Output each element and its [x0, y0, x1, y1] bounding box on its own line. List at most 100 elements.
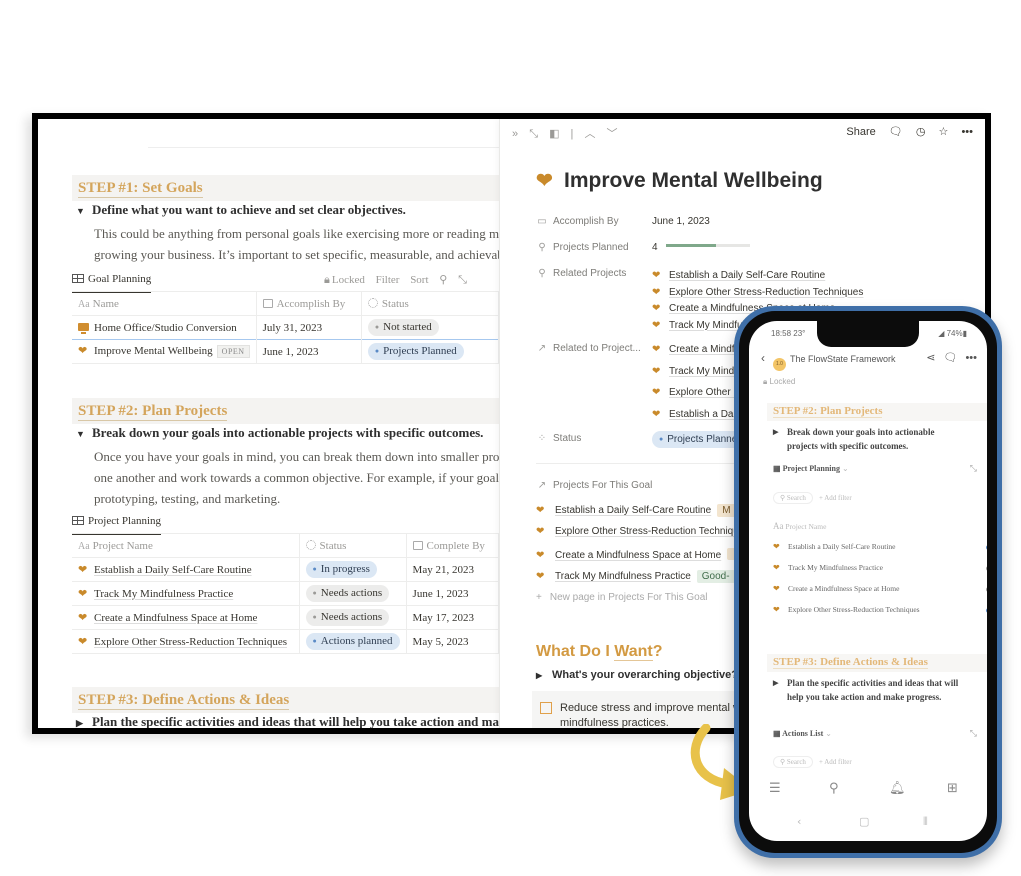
history-icon[interactable]: ◷ — [916, 126, 926, 138]
tag: M — [717, 504, 736, 517]
side-peek-icon[interactable]: ◧ — [549, 128, 559, 140]
expand-icon[interactable]: ⤡ — [458, 274, 467, 286]
relation-item[interactable]: ❤Explore Other Stress-Reduction Techniqu… — [652, 285, 863, 302]
search-button[interactable]: ⚲ Search — [773, 492, 813, 504]
add-filter-button[interactable]: + Add filter — [819, 758, 852, 766]
divider — [148, 147, 499, 148]
step1-toggle[interactable]: ▼ Define what you want to achieve and set… — [76, 202, 406, 218]
recents-icon[interactable]: ⦀ — [923, 815, 928, 829]
goal-planning-table: Aa Name Accomplish By Status Home Office/… — [72, 291, 499, 364]
status-icon — [367, 297, 378, 308]
list-item[interactable]: ❤ Establish a Daily Self-Care Routine — [773, 542, 987, 552]
page-breadcrumb[interactable]: The FlowState Framework — [790, 354, 896, 364]
column-header[interactable]: Aa Project Name — [72, 533, 300, 558]
comment-icon[interactable]: 🗨︎ — [943, 352, 957, 364]
column-header[interactable]: Aa Name — [72, 291, 257, 316]
step2-toggle[interactable]: ▶ Break down your goals into actionable p… — [773, 425, 963, 453]
list-item[interactable]: ❤ Track My Mindfulness Practice — [773, 563, 987, 573]
back-icon[interactable]: ‹ — [761, 351, 765, 365]
comment-icon[interactable]: 🗨︎ — [889, 126, 903, 138]
add-page-icon[interactable]: ⊞ — [947, 781, 958, 796]
expand-icon[interactable]: ⤡ — [970, 728, 977, 739]
table-row[interactable]: ❤ Track My Mindfulness Practice Needs act… — [72, 581, 499, 606]
step3-heading: STEP #3: Define Actions & Ideas — [78, 692, 290, 710]
expand-icon[interactable]: ⤡ — [970, 463, 977, 474]
search-icon: ⚲ — [538, 242, 546, 253]
toggle-text: Plan the specific activities and ideas t… — [92, 714, 499, 728]
row-name[interactable]: Create a Mindfulness Space at Home — [94, 612, 257, 624]
linked-project-item[interactable]: ❤ Track My Mindfulness Practice Good- — [536, 570, 735, 583]
list-item[interactable]: ❤ Explore Other Stress-Reduction Techniqu… — [773, 605, 987, 615]
prop-accomplish-by: ▭ Accomplish By — [537, 216, 619, 227]
more-icon[interactable]: ••• — [961, 126, 973, 138]
relation-item[interactable]: ❤Establish a Daily Self-Care Routine — [652, 268, 863, 285]
prop-accomplish-by-value[interactable]: June 1, 2023 — [652, 216, 710, 227]
home-icon[interactable]: ▢ — [859, 815, 869, 828]
step3-toggle[interactable]: ▶ Plan the specific activities and ideas … — [773, 676, 963, 704]
row-name[interactable]: Home Office/Studio Conversion — [94, 322, 237, 334]
column-header: Aa Project Name — [773, 521, 827, 531]
star-icon[interactable]: ☆ — [939, 126, 949, 138]
search-icon[interactable]: ⚲ — [829, 781, 839, 796]
linked-project-item[interactable]: ❤ Explore Other Stress-Reduction Techniqu… — [536, 526, 749, 537]
status-badge: In progress — [305, 561, 377, 578]
battery-icon: ▮ — [962, 329, 967, 338]
camera-notch — [817, 321, 919, 347]
linked-project-item[interactable]: ❤ Establish a Daily Self-Care Routine M — [536, 504, 736, 517]
column-header[interactable]: Accomplish By — [256, 291, 362, 316]
expand-icon[interactable]: ⤡ — [529, 128, 538, 140]
column-header[interactable]: Status — [361, 291, 499, 316]
phone-screen: 18:58 23° ◢ 74%▮ ‹ 1.0 The FlowState Frame… — [749, 321, 987, 841]
signal-icon: ◢ — [938, 329, 945, 338]
tab-actions-list[interactable]: ▦ Actions List ⌄ — [773, 729, 832, 738]
share-icon[interactable]: ⋖ — [926, 352, 935, 364]
more-icon[interactable]: ••• — [965, 352, 977, 364]
list-icon[interactable]: ☰ — [769, 781, 781, 796]
column-header[interactable]: Complete By — [406, 533, 499, 558]
row-date: June 1, 2023 — [406, 581, 499, 606]
chevron-down-icon[interactable]: ﹀ — [607, 128, 618, 140]
bell-icon[interactable]: 🔔︎ — [889, 781, 906, 796]
step3-toggle[interactable]: ▶ Plan the specific activities and ideas … — [76, 714, 499, 728]
new-page-button[interactable]: + New page in Projects For This Goal — [536, 592, 708, 603]
list-item[interactable]: ❤ Create a Mindfulness Space at Home — [773, 584, 987, 594]
open-button[interactable]: OPEN — [216, 345, 250, 358]
sort-button[interactable]: Sort — [410, 274, 428, 286]
table-row[interactable]: ❤ Explore Other Stress-Reduction Techniqu… — [72, 629, 499, 654]
arrow-up-right-icon: ↗ — [537, 343, 547, 354]
status-badge: Actions planned — [305, 633, 400, 650]
prop-status: ⁘ Status — [537, 433, 582, 444]
objective-toggle[interactable]: ▶ What's your overarching objective? — [536, 669, 738, 681]
heart-icon: ❤ — [78, 563, 88, 576]
status-icon — [305, 539, 316, 550]
search-icon[interactable]: ⚲ — [439, 274, 447, 286]
row-name[interactable]: Explore Other Stress-Reduction Technique… — [94, 636, 287, 648]
filter-button[interactable]: Filter — [376, 274, 400, 286]
column-header[interactable]: Status — [299, 533, 407, 558]
tab-goal-planning[interactable]: Goal Planning — [72, 273, 152, 293]
status-dot — [986, 587, 987, 592]
table-row[interactable]: ❤ Improve Mental Wellbeing OPEN June 1, 20… — [72, 339, 499, 364]
search-button[interactable]: ⚲ Search — [773, 756, 813, 768]
step2-toggle[interactable]: ▼ Break down your goals into actionable p… — [76, 425, 483, 441]
locked-indicator: 🔒︎ Locked — [763, 377, 796, 386]
back-icon[interactable]: ‹ — [797, 815, 801, 828]
status-badge: Needs actions — [305, 609, 390, 626]
linked-project-item[interactable]: ❤ Create a Mindfulness Space at Home — [536, 548, 738, 561]
row-name[interactable]: Improve Mental Wellbeing — [94, 345, 213, 357]
table-row[interactable]: Home Office/Studio Conversion July 31, 2… — [72, 315, 499, 340]
collapse-panel-icon[interactable]: » — [512, 128, 518, 140]
share-button[interactable]: Share — [846, 126, 875, 138]
projects-for-goal-header: ↗ Projects For This Goal — [537, 480, 653, 491]
tab-project-planning[interactable]: Project Planning — [72, 515, 162, 535]
para-line: Once you have your goals in mind, you ca… — [94, 449, 499, 464]
add-filter-button[interactable]: + Add filter — [819, 494, 852, 502]
row-name[interactable]: Track My Mindfulness Practice — [94, 588, 233, 600]
chevron-up-icon[interactable]: ︿ — [584, 128, 595, 140]
table-row[interactable]: ❤ Establish a Daily Self-Care Routine In … — [72, 557, 499, 582]
row-name[interactable]: Establish a Daily Self-Care Routine — [94, 564, 252, 576]
table-row[interactable]: ❤ Create a Mindfulness Space at Home Need… — [72, 605, 499, 630]
tab-project-planning[interactable]: ▦ Project Planning ⌄ — [773, 464, 849, 473]
arrow-up-right-icon: ↗ — [537, 480, 547, 491]
phone-tab-bar: ☰ ⚲ 🔔︎ ⊞ — [749, 775, 987, 805]
